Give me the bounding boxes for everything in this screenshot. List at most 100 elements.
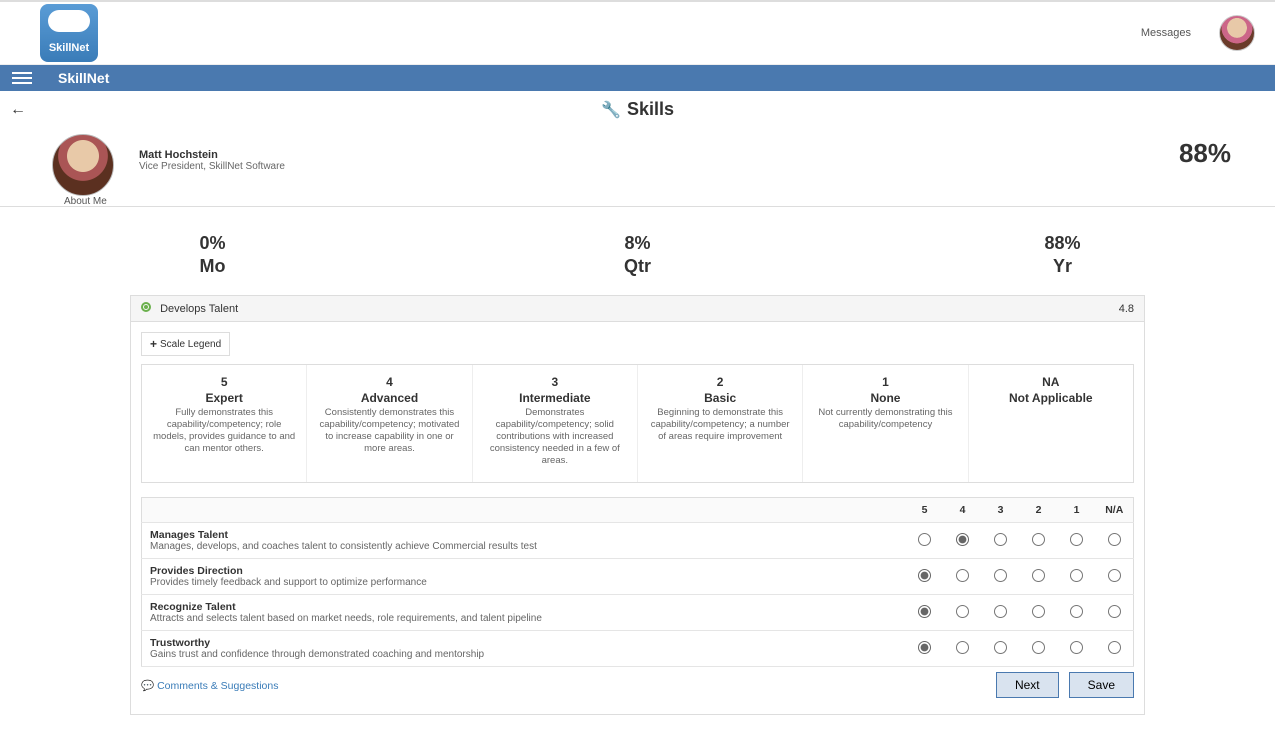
legend-title: Basic <box>646 391 794 405</box>
rating-radio[interactable] <box>1032 605 1045 618</box>
about-me-link[interactable]: About Me <box>64 196 107 207</box>
legend-desc: Beginning to demonstrate this capability… <box>646 407 794 443</box>
rating-radio[interactable] <box>1108 533 1121 546</box>
rating-radio[interactable] <box>994 605 1007 618</box>
skill-desc: Manages, develops, and coaches talent to… <box>150 541 898 552</box>
profile-avatar[interactable] <box>52 134 114 196</box>
rating-radio[interactable] <box>1108 641 1121 654</box>
rating-cell <box>1058 631 1096 667</box>
skill-table: 54321N/A Manages TalentManages, develops… <box>141 497 1134 667</box>
rating-radio[interactable] <box>994 569 1007 582</box>
rating-cell <box>944 595 982 631</box>
legend-num: 3 <box>481 375 629 389</box>
rating-cell <box>982 559 1020 595</box>
rating-radio[interactable] <box>918 533 931 546</box>
rating-radio[interactable] <box>1070 533 1083 546</box>
legend-cell-3: 2 Basic Beginning to demonstrate this capa… <box>638 365 803 482</box>
rating-cell <box>906 523 944 559</box>
comments-link[interactable]: 💬 Comments & Suggestions <box>141 679 278 692</box>
rating-cell <box>1020 595 1058 631</box>
legend-num: 1 <box>811 375 959 389</box>
rating-cell <box>906 631 944 667</box>
legend-desc: Not currently demonstrating this capabil… <box>811 407 959 431</box>
skill-desc: Attracts and selects talent based on mar… <box>150 613 898 624</box>
table-row: Manages TalentManages, develops, and coa… <box>142 523 1134 559</box>
skill-header-row: 54321N/A <box>142 498 1134 523</box>
page-title: 🔧 Skills <box>0 99 1275 120</box>
messages-link[interactable]: Messages <box>1141 27 1191 39</box>
rating-radio[interactable] <box>956 605 969 618</box>
rating-radio[interactable] <box>1108 605 1121 618</box>
rating-radio[interactable] <box>1108 569 1121 582</box>
rating-radio[interactable] <box>918 569 931 582</box>
competency-score: 4.8 <box>1119 303 1134 315</box>
period-quarter: 8% Qtr <box>427 233 848 277</box>
legend-cell-1: 4AdvancedConsistently demonstrates this … <box>307 365 472 482</box>
back-arrow-icon[interactable]: ← <box>10 101 26 119</box>
rating-radio[interactable] <box>918 605 931 618</box>
legend-num: NA <box>977 375 1125 389</box>
legend-num: 5 <box>150 375 298 389</box>
nav-bar: SkillNet <box>0 65 1275 91</box>
table-row: Provides DirectionProvides timely feedba… <box>142 559 1134 595</box>
user-avatar[interactable] <box>1219 15 1255 51</box>
comments-label: Comments & Suggestions <box>157 680 278 692</box>
plus-icon: + <box>150 337 157 351</box>
rating-cell <box>1096 595 1134 631</box>
logo-text: SkillNet <box>49 42 89 54</box>
rating-cell <box>906 559 944 595</box>
legend-title: Intermediate <box>481 391 629 405</box>
period-month: 0% Mo <box>2 233 423 277</box>
scale-legend-label: Scale Legend <box>160 339 221 350</box>
period-summary: 0% Mo 8% Qtr 88% Yr <box>0 207 1275 295</box>
wrench-icon: 🔧 <box>601 100 621 120</box>
rating-radio[interactable] <box>956 641 969 654</box>
legend-cell-4: 1NoneNot currently demonstrating this ca… <box>803 365 968 482</box>
skill-name: Trustworthy <box>150 637 898 649</box>
skill-cell: TrustworthyGains trust and confidence th… <box>142 631 906 667</box>
legend-title: Advanced <box>315 391 463 405</box>
save-button[interactable]: Save <box>1069 672 1134 698</box>
page-title-text: Skills <box>627 99 674 120</box>
rating-radio[interactable] <box>1032 533 1045 546</box>
legend-cell-0: 5ExpertFully demonstrates this capabilit… <box>142 365 307 482</box>
rating-radio[interactable] <box>994 641 1007 654</box>
col-header: 4 <box>944 498 982 523</box>
competency-name: Develops Talent <box>160 303 238 315</box>
col-header: 1 <box>1058 498 1096 523</box>
rating-radio[interactable] <box>1032 641 1045 654</box>
period-year-label: Yr <box>852 256 1273 277</box>
competency-name-wrap: Develops Talent <box>141 302 238 315</box>
rating-radio[interactable] <box>1070 605 1083 618</box>
profile-row: Matt Hochstein Vice President, SkillNet … <box>0 120 1275 207</box>
hamburger-icon[interactable] <box>6 68 38 88</box>
page-header: ← 🔧 Skills <box>0 91 1275 120</box>
rating-cell <box>944 631 982 667</box>
skill-cell: Provides DirectionProvides timely feedba… <box>142 559 906 595</box>
rating-cell <box>982 595 1020 631</box>
status-dot-icon <box>141 302 151 312</box>
card-body: + Scale Legend 5ExpertFully demonstrates… <box>131 322 1144 714</box>
competency-header[interactable]: Develops Talent 4.8 <box>131 296 1144 322</box>
rating-radio[interactable] <box>918 641 931 654</box>
profile-name: Matt Hochstein <box>139 149 285 161</box>
rating-radio[interactable] <box>956 569 969 582</box>
legend-title: Expert <box>150 391 298 405</box>
rating-cell <box>1096 523 1134 559</box>
rating-radio[interactable] <box>1070 569 1083 582</box>
rating-radio[interactable] <box>994 533 1007 546</box>
overall-percent: 88% <box>1179 138 1231 169</box>
rating-radio[interactable] <box>1070 641 1083 654</box>
skill-header-blank <box>142 498 906 523</box>
next-button[interactable]: Next <box>996 672 1059 698</box>
rating-radio[interactable] <box>1032 569 1045 582</box>
legend-num: 2 <box>646 375 794 389</box>
logo[interactable]: SkillNet <box>40 4 98 62</box>
rating-cell <box>944 523 982 559</box>
rating-radio[interactable] <box>956 533 969 546</box>
rating-cell <box>1020 559 1058 595</box>
skill-name: Recognize Talent <box>150 601 898 613</box>
scale-legend-toggle[interactable]: + Scale Legend <box>141 332 230 356</box>
table-row: TrustworthyGains trust and confidence th… <box>142 631 1134 667</box>
legend-num: 4 <box>315 375 463 389</box>
